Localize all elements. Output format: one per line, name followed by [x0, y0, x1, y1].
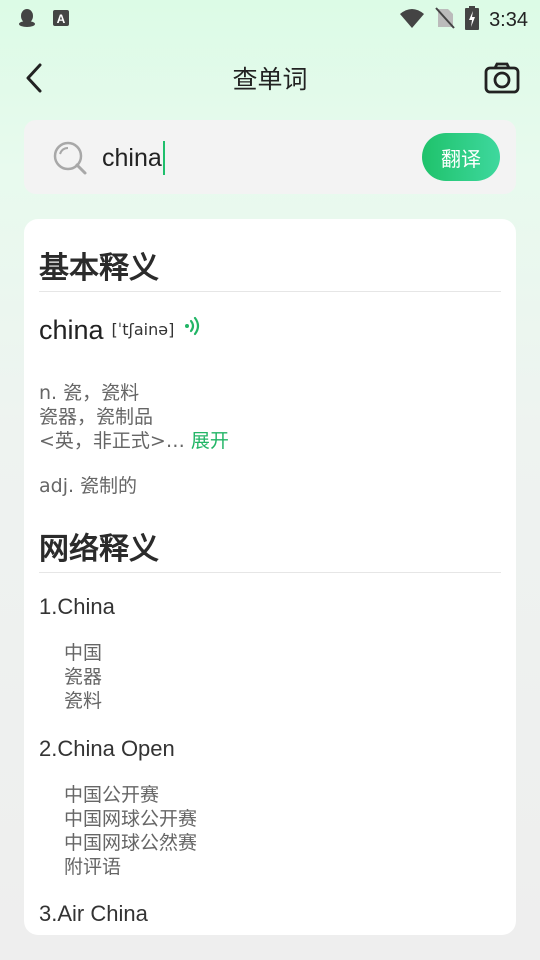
definition-line: 瓷器，瓷制品 [39, 406, 154, 428]
adj-definition: adj. 瓷制的 [39, 475, 138, 497]
search-icon [53, 141, 87, 175]
divider [39, 291, 501, 292]
clock: 3:34 [489, 8, 528, 31]
web-entry-head: 3.Air China [39, 901, 148, 926]
battery-icon [465, 6, 480, 34]
web-entry-list: 中国 瓷器 瓷料 [64, 641, 102, 713]
wifi-icon [399, 7, 425, 33]
svg-text:A: A [57, 12, 66, 26]
camera-button[interactable] [482, 58, 522, 98]
list-item: 中国网球公开赛 [64, 808, 198, 830]
definition-line: n. 瓷，瓷料 [39, 382, 140, 404]
list-item: 附评语 [64, 856, 122, 878]
list-item: 瓷器 [64, 666, 103, 688]
list-item: 中国公开赛 [64, 784, 160, 806]
definition-text: <英，非正式>… [39, 430, 185, 452]
list-item: 中国 [64, 642, 103, 664]
definition-line: <英，非正式>… 展开 [39, 429, 229, 453]
list-item: 中国网球公然赛 [64, 832, 198, 854]
headword: china [39, 315, 104, 345]
search-bar: china 翻译 [24, 120, 516, 194]
phonetic: [ˈtʃainə] [111, 320, 175, 339]
app-header: 查单词 [0, 48, 540, 108]
translate-button[interactable]: 翻译 [422, 133, 500, 181]
no-sim-icon [435, 7, 455, 33]
web-section-title: 网络释义 [39, 532, 159, 567]
search-input[interactable]: china [102, 138, 402, 178]
expand-link[interactable]: 展开 [191, 430, 229, 452]
word-row: china [ˈtʃainə] [39, 315, 202, 346]
web-entry-list: 中国公开赛 中国网球公开赛 中国网球公然赛 附评语 [64, 783, 197, 879]
speaker-icon [185, 316, 200, 335]
pronounce-button[interactable] [184, 316, 202, 340]
divider [39, 572, 501, 573]
list-item: 瓷料 [64, 690, 103, 712]
text-caret [162, 141, 165, 175]
a-badge-icon: A [52, 9, 70, 31]
qq-icon [18, 8, 36, 32]
status-bar: A 3:34 [0, 0, 540, 36]
camera-icon [484, 62, 520, 94]
page-title: 查单词 [232, 65, 308, 94]
result-card: 基本释义 china [ˈtʃainə] n. 瓷，瓷料 瓷器，瓷制品 <英，非… [24, 219, 516, 935]
basic-section-title: 基本释义 [39, 251, 159, 286]
web-entry-head: 2.China Open [39, 736, 175, 761]
search-input-text: china [102, 143, 162, 172]
web-entry-head: 1.China [39, 594, 115, 619]
